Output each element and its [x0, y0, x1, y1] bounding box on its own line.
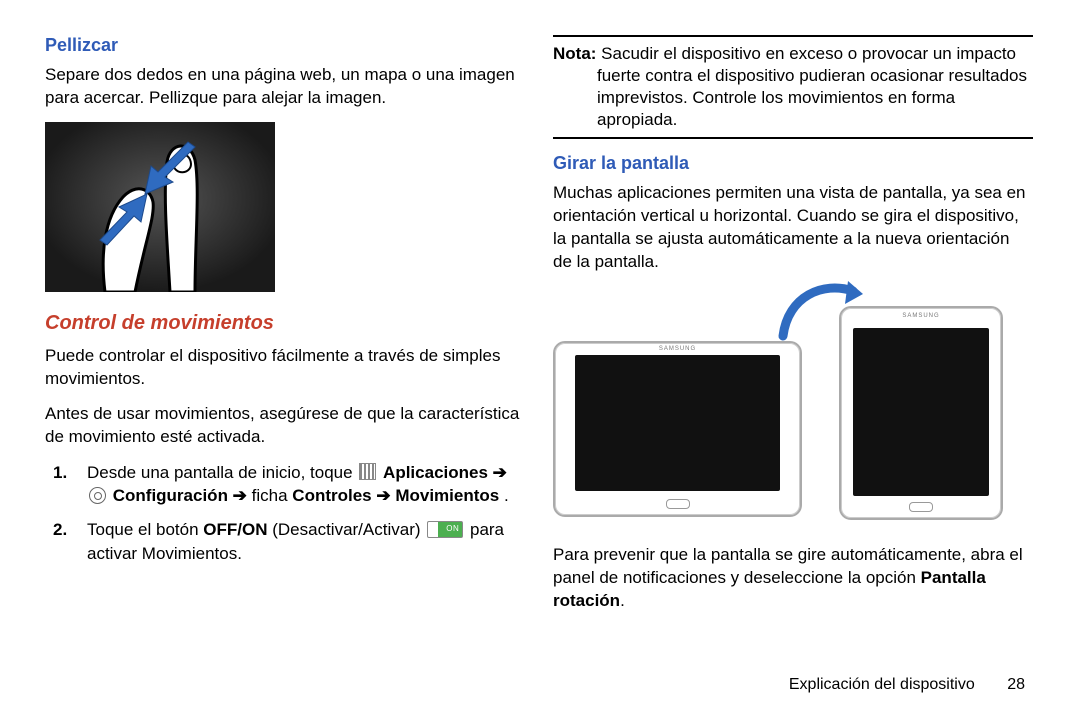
paragraph-girar: Muchas aplicaciones permiten una vista d…	[553, 182, 1033, 274]
text: Desde una pantalla de inicio, toque	[87, 463, 357, 482]
label-configuracion: Configuración ➔	[113, 486, 252, 505]
tablet-screen	[575, 355, 780, 491]
heading-control-movimientos: Control de movimientos	[45, 312, 525, 335]
step-number: 1.	[45, 461, 87, 509]
label-controles-movimientos: Controles ➔ Movimientos	[292, 486, 499, 505]
nota-text: Sacudir el dispositivo en exceso o provo…	[596, 44, 1027, 129]
label-offon: OFF/ON	[203, 520, 267, 539]
paragraph-control-2: Antes de usar movimientos, asegúrese de …	[45, 403, 525, 449]
step-2-body: Toque el botón OFF/ON (Desactivar/Activa…	[87, 518, 525, 566]
text: (Desactivar/Activar)	[272, 520, 425, 539]
tablet-brand-label: SAMSUNG	[555, 346, 800, 352]
tablet-landscape: SAMSUNG	[553, 341, 802, 517]
text: .	[504, 486, 509, 505]
settings-icon	[89, 487, 106, 504]
text: Toque el botón	[87, 520, 203, 539]
step-1-body: Desde una pantalla de inicio, toque Apli…	[87, 461, 525, 509]
step-number: 2.	[45, 518, 87, 566]
nota-label: Nota:	[553, 44, 596, 63]
paragraph-prevenir: Para prevenir que la pantalla se gire au…	[553, 544, 1033, 613]
steps-list: 1. Desde una pantalla de inicio, toque A…	[45, 461, 525, 566]
label-aplicaciones: Aplicaciones ➔	[383, 463, 507, 482]
page-footer: Explicación del dispositivo 28	[789, 676, 1025, 694]
step-2: 2. Toque el botón OFF/ON (Desactivar/Act…	[45, 518, 525, 566]
tablet-brand-label: SAMSUNG	[841, 313, 1001, 319]
tablet-screen	[853, 328, 989, 496]
heading-girar: Girar la pantalla	[553, 153, 1033, 174]
home-button-icon	[666, 499, 690, 509]
heading-pellizcar: Pellizcar	[45, 35, 525, 56]
home-button-icon	[909, 502, 933, 512]
text: .	[620, 591, 625, 610]
apps-icon	[359, 463, 376, 480]
left-column: Pellizcar Separe dos dedos en una página…	[45, 35, 525, 625]
footer-section-name: Explicación del dispositivo	[789, 676, 975, 693]
right-column: Nota: Sacudir el dispositivo en exceso o…	[553, 35, 1033, 625]
on-toggle-icon	[427, 521, 463, 538]
text: ficha	[252, 486, 288, 505]
step-1: 1. Desde una pantalla de inicio, toque A…	[45, 461, 525, 509]
paragraph-control-1: Puede controlar el dispositivo fácilment…	[45, 345, 525, 391]
pinch-illustration	[45, 122, 275, 292]
rotate-illustration: SAMSUNG SAMSUNG	[553, 286, 1013, 526]
nota-block: Nota: Sacudir el dispositivo en exceso o…	[553, 35, 1033, 139]
tablet-portrait: SAMSUNG	[839, 306, 1003, 520]
page-number: 28	[1007, 676, 1025, 693]
paragraph-pellizcar: Separe dos dedos en una página web, un m…	[45, 64, 525, 110]
